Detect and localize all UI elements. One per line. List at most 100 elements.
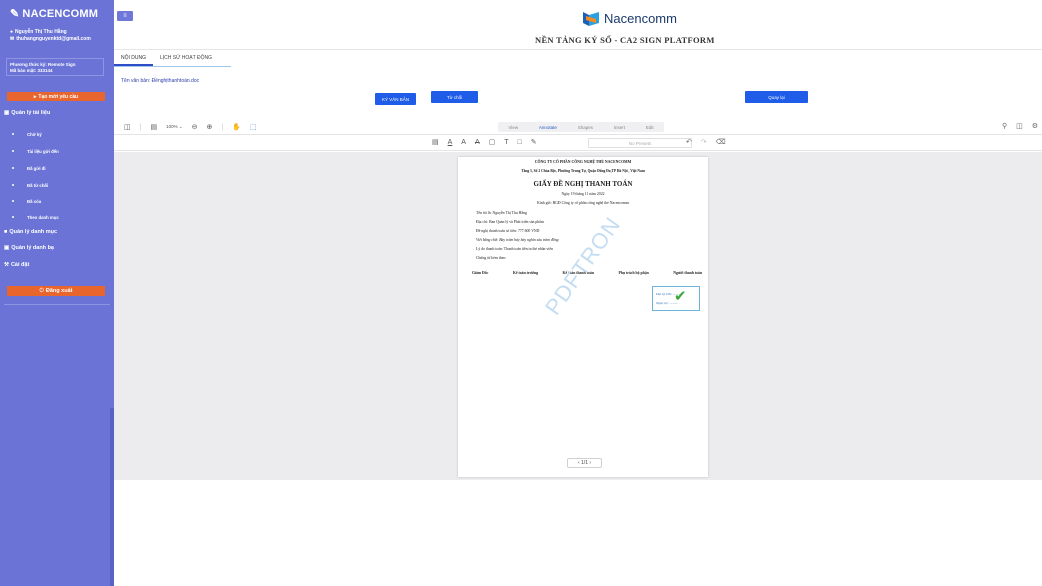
nav-item-label: Đã gửi đi <box>27 166 46 171</box>
viewer-mode-tabs: View Annotate Shapes Insert Edit <box>498 122 664 132</box>
signer-director: Giám Đốc <box>472 271 489 275</box>
viewer-header: ◫ | ▤ 100% ⌄ ⊖ ⊕ | ✋ ⬚ View Annotate Sha… <box>114 119 1042 135</box>
mode-view[interactable]: View <box>508 125 518 130</box>
company-name: CÔNG TY CỔ PHẦN CÔNG NGHỆ THẺ NACENCOMM <box>534 160 632 164</box>
nav-contacts-management[interactable]: ▣ Quản lý danh bạ <box>4 245 54 251</box>
text-box-icon[interactable]: ▤ <box>432 138 439 146</box>
nav-category-management[interactable]: ■ Quản lý danh mục <box>4 229 57 235</box>
page-counter: ‹ 1/1 › <box>577 460 592 466</box>
mode-edit[interactable]: Edit <box>646 125 654 130</box>
logout-button[interactable]: ⏻ Đăng xuất <box>7 286 105 296</box>
free-text-icon[interactable]: T <box>504 139 508 146</box>
play-icon: ▸ <box>33 93 37 100</box>
logout-label: Đăng xuất <box>45 288 73 294</box>
nav-item-pending[interactable]: Chờ ký <box>12 132 42 137</box>
rectangle-icon[interactable]: □ <box>518 139 522 146</box>
nav-category-management-label: Quản lý danh mục <box>9 229 58 235</box>
signer-payee: Người thanh toán <box>673 271 702 275</box>
address-line: Địa chỉ: Ban Quản lý và Phát triển sản p… <box>476 220 544 224</box>
platform-title: NỀN TẢNG KÝ SỐ - CA2 SIGN PLATFORM <box>535 35 715 45</box>
tab-activity-history[interactable]: LỊCH SỬ HOẠT ĐỘNG <box>153 55 219 66</box>
amount-words-line: Viết bằng chữ: Bảy trăm bảy bảy nghìn sá… <box>476 238 559 242</box>
viewer-right-tools: ⚲ ◫ ⚙ <box>1002 122 1038 130</box>
user-name: Nguyễn Thị Thu Hằng <box>15 29 67 35</box>
viewer-left-tools: ◫ | ▤ 100% ⌄ ⊖ ⊕ | ✋ ⬚ <box>124 123 257 132</box>
zoom-level: 100% <box>166 124 178 129</box>
nav-item-received[interactable]: Tài liệu gửi đến <box>12 149 59 154</box>
content-tabs: NỘI DUNG LỊCH SỬ HOẠT ĐỘNG <box>114 55 219 66</box>
mode-insert[interactable]: Insert <box>614 125 625 130</box>
nacencomm-logo-icon <box>583 11 599 26</box>
document-title: GIẤY ĐỀ NGHỊ THANH TOÁN <box>533 180 633 188</box>
zoom-out-icon[interactable]: ⊖ <box>192 123 198 131</box>
page-fit-icon[interactable]: ▤ <box>150 123 157 131</box>
user-email: thuhangnguyenktd@gmail.com <box>16 36 91 42</box>
highlight-icon[interactable]: A <box>461 139 466 146</box>
strikeout-icon[interactable]: A <box>475 139 480 146</box>
nav-document-management-label: Quản lý tài liệu <box>11 110 51 116</box>
amount-line: Đề nghị thanh toán số tiền: 777.600 VND <box>476 229 540 233</box>
sidebar-panel-icon[interactable]: ◫ <box>124 123 131 131</box>
separator: | <box>139 123 142 131</box>
annotation-tools: ▤ A A A ▢ T □ ✎ <box>432 138 537 147</box>
menu-toggle-button[interactable]: ≡ <box>117 11 133 21</box>
pan-hand-icon[interactable]: ✋ <box>232 123 241 131</box>
mail-icon: ✉ <box>10 36 15 42</box>
folder-icon: ■ <box>4 229 8 235</box>
style-presets[interactable]: No Presets <box>588 138 692 148</box>
undo-icon[interactable]: ↶ <box>686 138 692 146</box>
signer-chief-accountant: Kế toán trưởng <box>512 271 538 275</box>
mode-annotate[interactable]: Annotate <box>539 125 557 130</box>
app-logo[interactable]: ✎ NACENCOMM <box>10 7 98 21</box>
bullet-icon <box>12 216 14 218</box>
security-code: Mã bảo mật: 333144 <box>10 68 53 73</box>
mode-shapes[interactable]: Shapes <box>578 125 593 130</box>
signature-box[interactable]: Đạt ký bởi: .......... Ngày ký: ........… <box>652 286 700 311</box>
nav-item-sent[interactable]: Đã gửi đi <box>12 166 46 171</box>
comments-icon[interactable]: ◫ <box>1016 122 1023 130</box>
nav-item-by-category[interactable]: Theo danh mục <box>12 215 59 220</box>
document-icon: ▦ <box>4 110 10 116</box>
pdftron-watermark: PDFTRON <box>540 212 626 320</box>
settings-icon[interactable]: ⚙ <box>1032 122 1038 130</box>
nav-item-label: Đã xóa <box>27 199 42 204</box>
tab-underline <box>114 66 231 67</box>
sign-method-box: Phương thức ký: Remote Sign Mã bảo mật: … <box>6 58 104 76</box>
recipient: Kính gửi: BGĐ Công ty cổ phần công nghệ … <box>537 201 629 205</box>
page-navigator[interactable]: ‹ 1/1 › <box>567 458 602 468</box>
document-date: Ngày 19 tháng 11 năm 2022 <box>561 192 605 196</box>
nav-item-deleted[interactable]: Đã xóa <box>12 199 41 204</box>
select-icon[interactable]: ⬚ <box>250 123 257 131</box>
pen-icon[interactable]: ✎ <box>531 138 537 146</box>
brand-name: Nacencomm <box>604 11 677 26</box>
eraser-icon[interactable]: ⌫ <box>716 138 726 146</box>
reject-button[interactable]: Từ chối <box>431 91 478 103</box>
logo-icon: ✎ <box>10 8 20 20</box>
underline-icon[interactable]: A <box>448 139 453 146</box>
document-page: CÔNG TY CỔ PHẦN CÔNG NGHỆ THẺ NACENCOMM … <box>458 157 708 477</box>
bullet-icon <box>12 200 14 202</box>
nav-item-rejected[interactable]: Đã từ chối <box>12 183 48 188</box>
separator: | <box>221 123 224 131</box>
zoom-dropdown[interactable]: 100% ⌄ <box>166 124 183 130</box>
redo-icon[interactable]: ↷ <box>701 138 707 146</box>
nav-settings[interactable]: ⚒ Cài đặt <box>4 262 29 268</box>
header-divider <box>114 49 1042 50</box>
sign-document-button[interactable]: KÝ VĂN BẢN <box>375 93 416 105</box>
requester-line: Tên tôi là: Nguyễn Thị Thu Hằng <box>476 211 527 215</box>
tab-content[interactable]: NỘI DUNG <box>114 55 153 66</box>
attachments-line: Chứng từ kèm theo: <box>476 256 507 260</box>
bullet-icon <box>12 133 14 135</box>
power-icon: ⏻ <box>39 287 44 294</box>
nav-item-label: Chờ ký <box>27 132 42 137</box>
wrench-icon: ⚒ <box>4 262 9 268</box>
create-request-button[interactable]: ▸ Tạo mới yêu cầu <box>7 92 105 101</box>
contacts-icon: ▣ <box>4 245 10 251</box>
nav-document-management[interactable]: ▦ Quản lý tài liệu <box>4 110 50 116</box>
search-icon[interactable]: ⚲ <box>1002 122 1007 130</box>
checkmark-icon: ✔ <box>674 287 687 305</box>
zoom-in-icon[interactable]: ⊕ <box>207 123 213 131</box>
comment-icon[interactable]: ▢ <box>489 138 496 146</box>
back-button[interactable]: Quay lại <box>745 91 808 103</box>
nav-settings-label: Cài đặt <box>10 262 30 268</box>
